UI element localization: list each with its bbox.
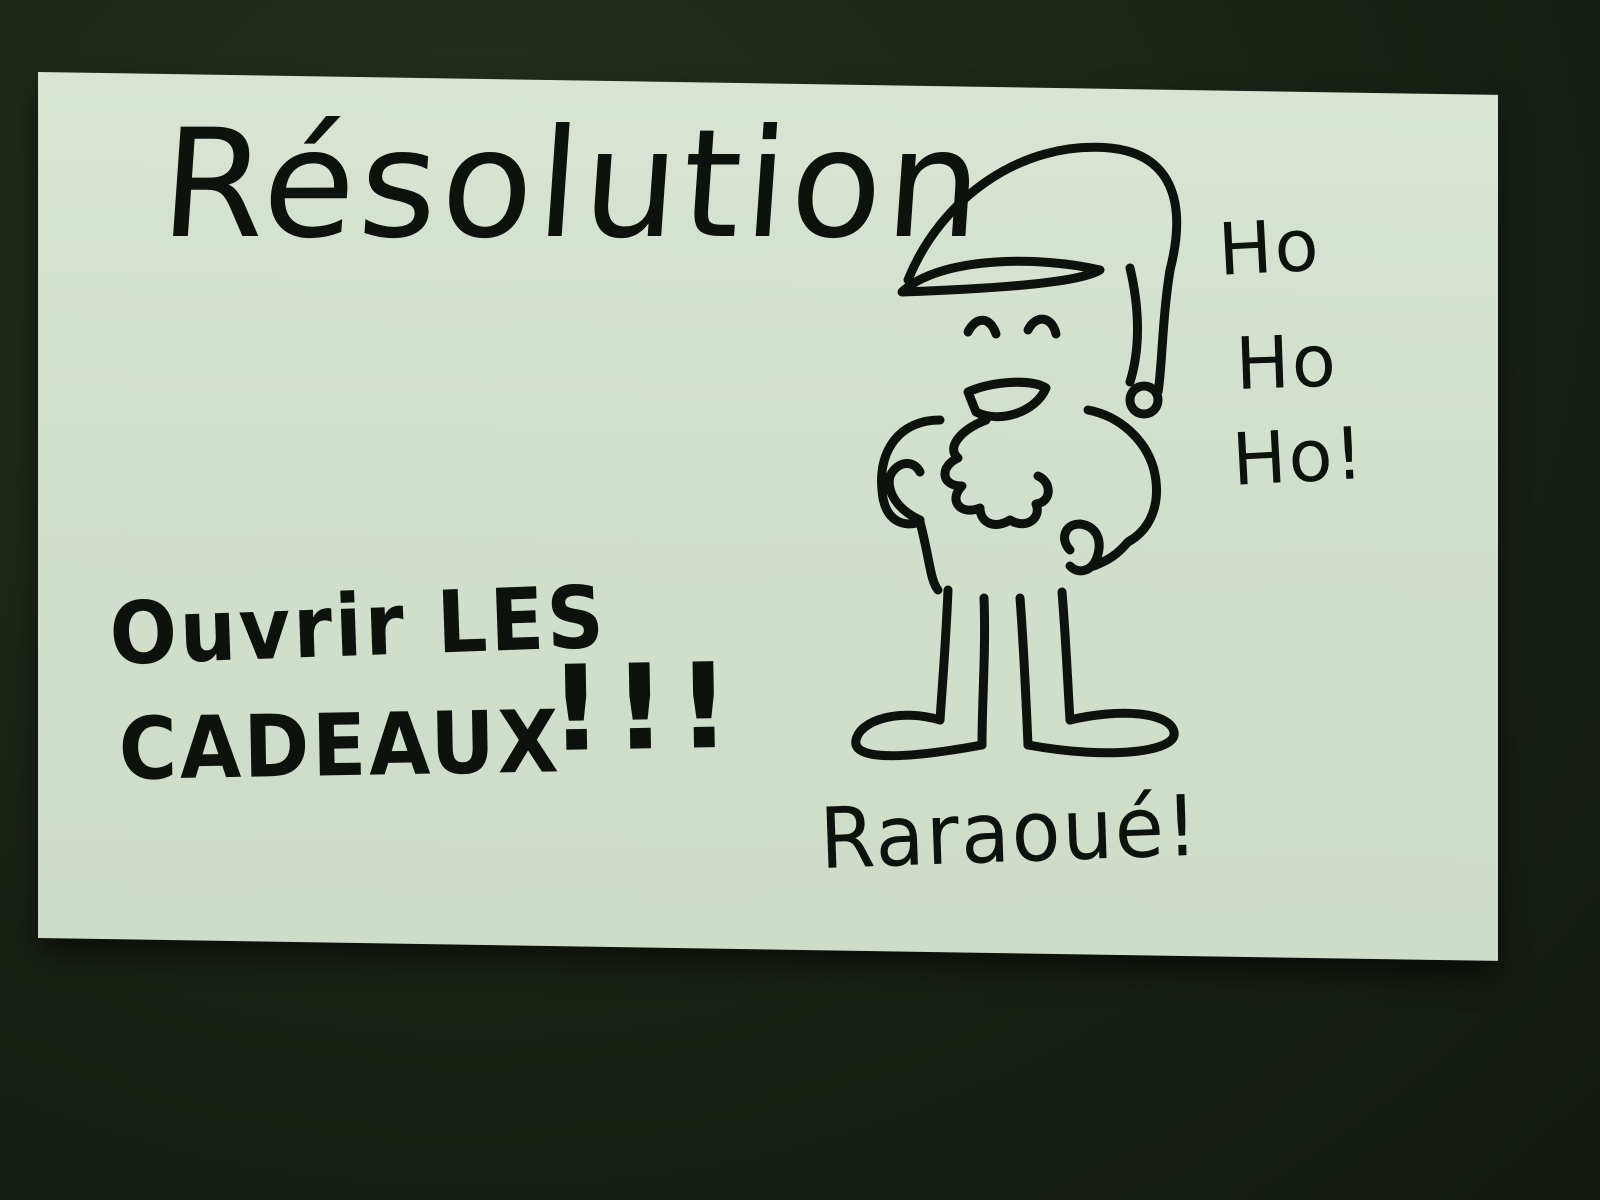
arm-left (884, 459, 925, 525)
hat-tail (1125, 263, 1142, 387)
leg-inner-left (977, 593, 990, 750)
nose (963, 377, 1051, 422)
foot-left (851, 710, 987, 761)
message-line-1: Ouvrir LES (108, 567, 609, 685)
pompom (1125, 381, 1163, 419)
foot-right (1023, 708, 1179, 758)
speech-ho-1: Ho (1216, 202, 1323, 292)
leg-inner-right (1015, 593, 1033, 750)
leg-left (935, 585, 953, 725)
leg-right (1057, 587, 1075, 725)
eye-right (1023, 314, 1061, 339)
hat-brim (897, 256, 1105, 297)
speech-ho-3: Ho! (1230, 411, 1368, 502)
message-exclamation: !!! (548, 636, 742, 778)
speech-ho-2: Ho (1234, 318, 1340, 406)
body-left (877, 415, 945, 595)
hand-right (1060, 519, 1104, 576)
eye-left (963, 315, 1001, 339)
message-line-2: CADEAUX (118, 692, 563, 800)
beard (940, 415, 1053, 529)
gnome-drawing-icon (851, 142, 1182, 761)
